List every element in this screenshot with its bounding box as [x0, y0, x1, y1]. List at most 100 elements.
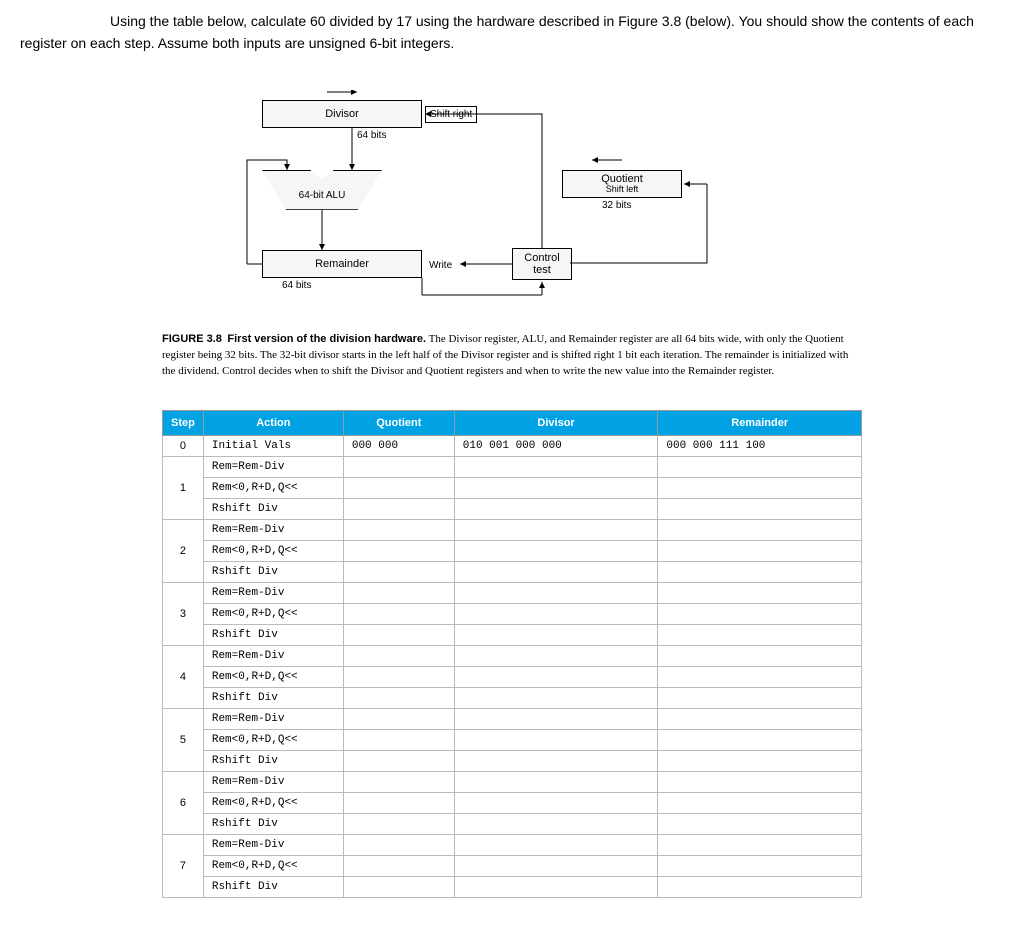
step-cell: 1: [163, 456, 204, 519]
action-cell: Rem=Rem-Div: [203, 519, 343, 540]
step-cell: 2: [163, 519, 204, 582]
divisor-cell: [454, 855, 658, 876]
table-row: 5Rem=Rem-Div: [163, 708, 862, 729]
caption-bold: First version of the division hardware.: [227, 333, 426, 345]
divisor-cell: [454, 771, 658, 792]
quotient-cell: 000 000: [343, 435, 454, 456]
quotient-cell: [343, 792, 454, 813]
division-steps-table: Step Action Quotient Divisor Remainder 0…: [162, 410, 862, 898]
action-cell: Rem<0,R+D,Q<<: [203, 792, 343, 813]
table-row: Rshift Div: [163, 498, 862, 519]
action-cell: Rshift Div: [203, 750, 343, 771]
divisor-cell: [454, 540, 658, 561]
table-row: 1Rem=Rem-Div: [163, 456, 862, 477]
step-cell: 4: [163, 645, 204, 708]
table-row: Rem<0,R+D,Q<<: [163, 792, 862, 813]
quotient-cell: [343, 750, 454, 771]
quotient-cell: [343, 666, 454, 687]
table-row: Rem<0,R+D,Q<<: [163, 603, 862, 624]
table-row: 2Rem=Rem-Div: [163, 519, 862, 540]
table-header-row: Step Action Quotient Divisor Remainder: [163, 410, 862, 435]
action-cell: Rem<0,R+D,Q<<: [203, 477, 343, 498]
divisor-cell: [454, 645, 658, 666]
quotient-cell: [343, 540, 454, 561]
table-row: Rem<0,R+D,Q<<: [163, 855, 862, 876]
remainder-cell: [658, 540, 862, 561]
divisor-cell: [454, 792, 658, 813]
col-step: Step: [163, 410, 204, 435]
table-row: Rem<0,R+D,Q<<: [163, 540, 862, 561]
remainder-register-box: Remainder: [262, 250, 422, 278]
divisor-cell: [454, 498, 658, 519]
table-row: Rshift Div: [163, 624, 862, 645]
step-cell: 5: [163, 708, 204, 771]
table-row: Rshift Div: [163, 561, 862, 582]
quotient-cell: [343, 876, 454, 897]
remainder-cell: [658, 813, 862, 834]
remainder-cell: [658, 498, 862, 519]
col-quotient: Quotient: [343, 410, 454, 435]
table-row: Rem<0,R+D,Q<<: [163, 729, 862, 750]
divisor-register-box: Divisor: [262, 100, 422, 128]
action-cell: Rem=Rem-Div: [203, 456, 343, 477]
divisor-cell: [454, 477, 658, 498]
remainder-cell: [658, 456, 862, 477]
quotient-cell: [343, 687, 454, 708]
control-test-box: Control test: [512, 248, 572, 280]
divisor-cell: [454, 708, 658, 729]
action-cell: Rshift Div: [203, 498, 343, 519]
remainder-cell: [658, 729, 862, 750]
quotient-cell: [343, 771, 454, 792]
table-row: 3Rem=Rem-Div: [163, 582, 862, 603]
figure-3-8-diagram: Divisor 64 bits Shift right 64-bit ALU Q…: [162, 90, 862, 320]
remainder-cell: 000 000 111 100: [658, 435, 862, 456]
figure-caption: FIGURE 3.8 First version of the division…: [162, 332, 862, 380]
action-cell: Rem<0,R+D,Q<<: [203, 855, 343, 876]
action-cell: Rem<0,R+D,Q<<: [203, 666, 343, 687]
quotient-cell: [343, 813, 454, 834]
remainder-cell: [658, 603, 862, 624]
quotient-cell: [343, 855, 454, 876]
step-cell: 0: [163, 435, 204, 456]
shift-right-control: Shift right: [425, 106, 477, 123]
divisor-cell: [454, 729, 658, 750]
divisor-cell: 010 001 000 000: [454, 435, 658, 456]
remainder-cell: [658, 666, 862, 687]
table-row: 6Rem=Rem-Div: [163, 771, 862, 792]
table-row: 4Rem=Rem-Div: [163, 645, 862, 666]
quotient-cell: [343, 498, 454, 519]
quotient-cell: [343, 519, 454, 540]
divisor-cell: [454, 582, 658, 603]
action-cell: Rshift Div: [203, 813, 343, 834]
question-text: Using the table below, calculate 60 divi…: [20, 10, 1004, 55]
table-row: 0 Initial Vals 000 000 010 001 000 000 0…: [163, 435, 862, 456]
divisor-label: Divisor: [325, 108, 359, 120]
action-cell: Rshift Div: [203, 561, 343, 582]
remainder-cell: [658, 687, 862, 708]
action-cell: Rem=Rem-Div: [203, 771, 343, 792]
divisor-cell: [454, 519, 658, 540]
col-divisor: Divisor: [454, 410, 658, 435]
step-cell: 6: [163, 771, 204, 834]
alu-box: 64-bit ALU: [262, 170, 382, 210]
remainder-cell: [658, 519, 862, 540]
action-cell: Rem=Rem-Div: [203, 582, 343, 603]
action-cell: Rem<0,R+D,Q<<: [203, 603, 343, 624]
table-row: Rshift Div: [163, 687, 862, 708]
table-row: Rshift Div: [163, 750, 862, 771]
remainder-cell: [658, 876, 862, 897]
quotient-cell: [343, 603, 454, 624]
remainder-cell: [658, 582, 862, 603]
question-line2: register on each step. Assume both input…: [20, 35, 454, 51]
action-cell: Rshift Div: [203, 687, 343, 708]
shift-right-label: Shift right: [430, 109, 472, 120]
table-row: Rshift Div: [163, 813, 862, 834]
divisor-cell: [454, 750, 658, 771]
remainder-cell: [658, 792, 862, 813]
divisor-cell: [454, 687, 658, 708]
action-cell: Rem<0,R+D,Q<<: [203, 540, 343, 561]
action-cell: Rem=Rem-Div: [203, 645, 343, 666]
divisor-bits-label: 64 bits: [357, 130, 386, 141]
quotient-cell: [343, 477, 454, 498]
remainder-cell: [658, 624, 862, 645]
